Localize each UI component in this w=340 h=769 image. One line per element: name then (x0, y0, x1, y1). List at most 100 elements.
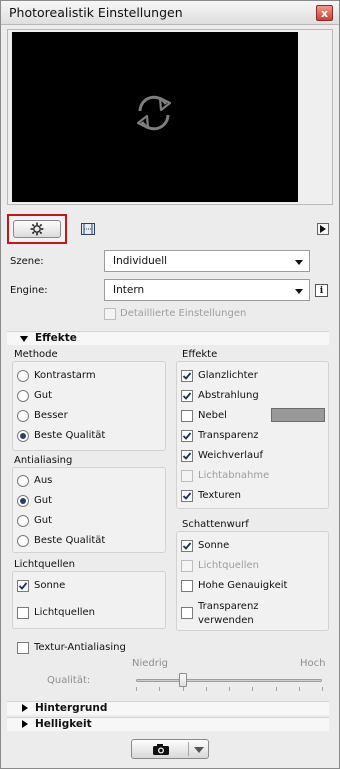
checkmark-icon (182, 492, 192, 500)
tab-view-size[interactable] (79, 221, 97, 237)
effekte-transparenz-checkbox[interactable] (181, 430, 193, 442)
textur-antialiasing-checkbox[interactable] (17, 642, 29, 654)
slider-tick (182, 687, 184, 691)
engine-info-button[interactable]: i (315, 284, 328, 297)
checkmark-icon (182, 392, 192, 400)
schattenwurf-transparenz-checkbox[interactable] (181, 607, 193, 619)
lichtquellen-sonne-checkbox[interactable] (17, 580, 29, 592)
helligkeit-section-header[interactable]: Helligkeit (7, 717, 329, 731)
effekte-item-label: Texturen (198, 490, 241, 501)
effekte-texturen-checkbox[interactable] (181, 490, 193, 502)
expand-triangle-icon (20, 336, 28, 342)
quality-slider-track[interactable] (136, 679, 322, 682)
checkmark-icon (182, 452, 192, 460)
fog-color-swatch[interactable] (271, 408, 325, 422)
effects-section-header[interactable]: Effekte (7, 331, 329, 345)
methode-option-label: Beste Qualität (34, 430, 106, 441)
checkmark-icon (182, 432, 192, 440)
schattenwurf-item-label: Hohe Genauigkeit (198, 580, 288, 591)
methode-option-beste-qualitaet[interactable] (17, 430, 29, 442)
antialiasing-option-label: Gut (34, 495, 53, 506)
antialiasing-option-gut[interactable] (17, 495, 29, 507)
methode-option-label: Kontrastarm (34, 370, 96, 381)
button-separator (188, 742, 189, 756)
antialiasing-option-label: Beste Qualität (34, 535, 106, 546)
slider-tick (298, 687, 300, 691)
chevron-down-icon (295, 260, 303, 265)
tab-settings[interactable] (7, 214, 67, 244)
panel-tabs (7, 209, 333, 245)
effekte-item-label: Weichverlauf (198, 450, 264, 461)
methode-option-label: Besser (34, 410, 68, 421)
lichtquellen-lichtquellen-checkbox[interactable] (17, 607, 29, 619)
effekte-item-label: Lichtabnahme (198, 470, 270, 481)
quality-slider-thumb[interactable] (178, 673, 187, 687)
quality-low-label: Niedrig (132, 658, 168, 669)
schattenwurf-item-label: Lichtquellen (198, 560, 259, 571)
effekte-glanzlichter-checkbox[interactable] (181, 370, 193, 382)
refresh-icon[interactable] (130, 89, 178, 137)
detailed-settings-label: Detaillierte Einstellungen (120, 308, 247, 319)
effekte-lichtabnahme-checkbox[interactable] (181, 470, 193, 482)
quality-high-label: Hoch (300, 658, 326, 669)
schattenwurf-item-label-line2: verwenden (198, 615, 254, 626)
effekte-item-label: Glanzlichter (198, 370, 258, 381)
chevron-down-icon[interactable] (194, 747, 204, 753)
slider-tick (322, 687, 323, 691)
antialiasing-option-label: Gut (34, 515, 53, 526)
methode-option-gut[interactable] (17, 390, 29, 402)
engine-value: Intern (113, 284, 145, 296)
lichtquellen-item-label: Lichtquellen (34, 607, 95, 618)
quality-label: Qualität: (47, 675, 91, 686)
preview-panel (7, 29, 333, 205)
antialiasing-group-title: Antialiasing (14, 455, 73, 466)
scene-value: Individuell (113, 255, 168, 267)
antialiasing-option-gut-2[interactable] (17, 515, 29, 527)
schattenwurf-hohe-genauigkeit-checkbox[interactable] (181, 580, 193, 592)
detailed-settings-checkbox[interactable] (104, 308, 116, 320)
lichtquellen-item-label: Sonne (34, 580, 66, 591)
methode-option-kontrastarm[interactable] (17, 370, 29, 382)
checkmark-icon (18, 582, 28, 590)
hintergrund-section-header[interactable]: Hintergrund (7, 701, 329, 715)
antialiasing-option-beste-qualitaet[interactable] (17, 535, 29, 547)
settings-tab-button[interactable] (13, 220, 61, 238)
settings-window: Photorealistik Einstellungen x Szene: In… (0, 0, 340, 769)
schattenwurf-lichtquellen-checkbox[interactable] (181, 560, 193, 572)
radio-selected-dot (20, 498, 26, 504)
engine-select[interactable]: Intern (104, 279, 310, 301)
more-tabs-button[interactable] (317, 223, 329, 235)
effects-section-title: Effekte (35, 332, 77, 344)
effekte-abstrahlung-checkbox[interactable] (181, 390, 193, 402)
effekte-weichverlauf-checkbox[interactable] (181, 450, 193, 462)
slider-tick (159, 687, 161, 691)
render-preview (12, 32, 298, 202)
effekte-item-label: Transparenz (198, 430, 259, 441)
chevron-down-icon (295, 289, 303, 294)
slider-tick (229, 687, 230, 691)
slider-tick (275, 687, 277, 691)
gear-icon (30, 222, 44, 236)
checkmark-icon (182, 542, 192, 550)
antialiasing-option-aus[interactable] (17, 475, 29, 487)
effekte-nebel-checkbox[interactable] (181, 410, 193, 422)
engine-label: Engine: (10, 285, 48, 296)
hintergrund-section-title: Hintergrund (35, 702, 108, 714)
schattenwurf-item-label: Transparenz (198, 601, 259, 612)
close-button[interactable]: x (316, 5, 333, 21)
effekte-item-label: Nebel (198, 410, 227, 421)
info-icon: i (319, 285, 324, 296)
methode-option-besser[interactable] (17, 410, 29, 422)
lichtquellen-group-title: Lichtquellen (14, 559, 75, 570)
effekte-item-label: Abstrahlung (198, 390, 259, 401)
window-title: Photorealistik Einstellungen (9, 5, 183, 20)
render-button[interactable] (131, 739, 209, 759)
collapse-triangle-icon (22, 720, 28, 728)
effekte-group-title: Effekte (182, 349, 218, 360)
slider-tick (252, 687, 254, 691)
helligkeit-section-title: Helligkeit (35, 718, 92, 730)
schattenwurf-sonne-checkbox[interactable] (181, 540, 193, 552)
scene-select[interactable]: Individuell (104, 250, 310, 272)
methode-option-label: Gut (34, 390, 53, 401)
arrow-right-icon (320, 225, 326, 233)
